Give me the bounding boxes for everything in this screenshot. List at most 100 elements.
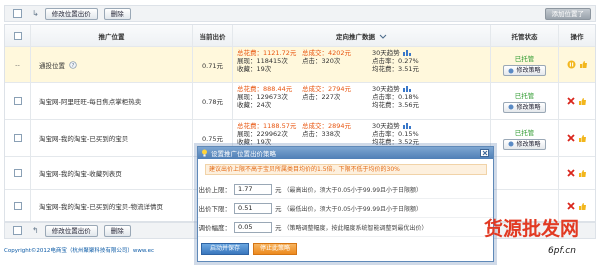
watermark-logo: 货源批发网 <box>484 218 580 240</box>
dialog-buttons: 启动并保存 停止此策略 <box>201 243 297 255</box>
stats-block: 总花费：888.44元 总成交：2794元 30天趋势 展现：129673次 点击：2… <box>237 85 489 109</box>
min-bid-input[interactable]: 0.51 <box>234 202 272 214</box>
status-badge: 已托管 <box>514 128 535 137</box>
modify-strategy-button[interactable]: 修改策略 <box>503 138 546 150</box>
total-spend: 总花费：1188.57元 <box>237 122 297 130</box>
impressions: 展现：129673次 <box>237 93 288 101</box>
min-bid-label: 出价下限： <box>198 205 232 213</box>
avg-spend: 均花费：3.52元 <box>372 138 419 146</box>
help-icon[interactable]: ? <box>69 60 77 69</box>
trend-label: 30天趋势 <box>372 49 400 57</box>
total-deals: 总成交：4202元 <box>302 49 352 57</box>
ctr: 点击率：0.18% <box>372 93 419 101</box>
total-spend: 总花费：1121.72元 <box>237 49 297 57</box>
status-badge: 已托管 <box>514 55 535 63</box>
header-action: 操作 <box>570 32 584 41</box>
modify-strategy-button[interactable]: 修改策略 <box>503 101 546 113</box>
modify-bid-button[interactable]: 修改位置出价 <box>44 7 98 20</box>
total-deals: 总成交：2894元 <box>302 122 352 130</box>
favorites: 收藏：19次 <box>237 138 272 146</box>
stop-strategy-button[interactable]: 停止此策略 <box>253 243 297 255</box>
adjust-step-unit: 元 <box>275 224 282 232</box>
svg-text:?: ? <box>72 63 75 69</box>
stats-block: 总花费：1188.57元 总成交：2894元 30天趋势 展现：229962次 点击：… <box>237 122 489 146</box>
avg-spend: 均花费：3.56元 <box>372 101 419 109</box>
start-save-button[interactable]: 启动并保存 <box>201 243 249 255</box>
dialog-titlebar[interactable]: 设置推广位置出价策略 <box>198 147 493 159</box>
delete-icon[interactable] <box>567 97 575 105</box>
pause-icon[interactable] <box>567 60 576 69</box>
min-bid-unit: 元 <box>275 205 282 213</box>
trend-label: 30天趋势 <box>372 122 400 130</box>
modify-strategy-label: 修改策略 <box>516 67 541 74</box>
sort-icon[interactable] <box>379 32 387 40</box>
arrow-icon: ↰ <box>32 226 39 235</box>
thumbs-up-icon[interactable] <box>578 202 587 211</box>
select-all-checkbox[interactable] <box>13 9 22 18</box>
modify-bid-button-bottom[interactable]: 修改位置出价 <box>44 224 98 237</box>
bid-strategy-dialog: 设置推广位置出价策略 建议出价上限不高于宝贝所属类目均价的1.5倍，下限不低于均… <box>197 146 494 262</box>
max-bid-label: 出价上限： <box>198 186 232 194</box>
clicks: 点击：227次 <box>302 93 341 101</box>
position-name: 淘宝网-阿里旺旺-每日焦点掌柜热卖 <box>39 98 142 106</box>
row-checkbox[interactable] <box>13 97 22 105</box>
favorites: 收藏：19次 <box>237 65 272 73</box>
select-all-checkbox-bottom[interactable] <box>13 226 22 235</box>
adjust-step-row: 调价幅度： 0.05 元 （策略调整幅度，按此幅度系统智能调整到最优出价） <box>198 218 493 237</box>
adjust-step-label: 调价幅度： <box>198 224 232 232</box>
trend-label: 30天趋势 <box>372 85 400 93</box>
delete-icon[interactable] <box>567 202 575 210</box>
table-row: -- 通投位置 ? 0.71元 总花费：1121.72元 总成交：4202元 30天… <box>5 47 595 83</box>
header-current-bid: 当前出价 <box>193 25 233 46</box>
status-badge: 已托管 <box>514 91 535 100</box>
header-position: 推广位置 <box>31 25 193 46</box>
current-bid: 0.78元 <box>193 83 233 119</box>
copyright-footer: Copyright©2012电商宝（杭州聚聚科技有限公司）www.ec <box>4 248 155 254</box>
table-header: 推广位置 当前出价 定向推广数据 托管状态 操作 <box>5 25 595 47</box>
edit-icon <box>508 141 514 147</box>
row-checkbox[interactable] <box>13 134 22 142</box>
thumbs-up-icon[interactable] <box>579 60 588 69</box>
add-position-button[interactable]: 添加位置了 <box>544 7 591 20</box>
avg-spend: 均花费：3.51元 <box>372 65 419 73</box>
max-bid-unit: 元 <box>275 186 282 194</box>
modify-strategy-label: 修改策略 <box>516 103 541 111</box>
edit-icon <box>508 68 514 73</box>
ctr: 点击率：0.27% <box>372 57 419 65</box>
trend-chart-icon[interactable] <box>402 85 412 92</box>
favorites: 收藏：24次 <box>237 101 272 109</box>
impressions: 展现：229962次 <box>237 130 288 138</box>
delete-button-bottom[interactable]: 删除 <box>103 224 131 237</box>
thumbs-up-icon[interactable] <box>578 134 587 143</box>
trend-chart-icon[interactable] <box>402 49 412 56</box>
total-deals: 总成交：2794元 <box>302 85 352 93</box>
delete-icon[interactable] <box>567 134 575 142</box>
header-data-label: 定向推广数据 <box>336 32 375 41</box>
adjust-step-note: （策略调整幅度，按此幅度系统智能调整到最优出价） <box>283 224 428 232</box>
current-bid: 0.71元 <box>193 47 233 82</box>
trend-chart-icon[interactable] <box>402 122 412 129</box>
max-bid-input[interactable]: 1.77 <box>234 183 272 195</box>
max-bid-row: 出价上限： 1.77 元 （最高出价，须大于0.05小于99.99且小于日限额） <box>198 180 493 199</box>
clicks: 点击：338次 <box>302 130 341 138</box>
stats-block: 总花费：1121.72元 总成交：4202元 30天趋势 展现：118415次 点击：… <box>237 49 489 73</box>
position-name: 淘宝网-我的淘宝-收藏列表页 <box>39 170 122 178</box>
close-icon[interactable] <box>480 149 489 157</box>
row-checkbox[interactable] <box>13 202 22 210</box>
position-name: 淘宝网-我的淘宝-已买到的宝贝-物流详情页 <box>39 203 164 211</box>
thumbs-up-icon[interactable] <box>578 97 587 106</box>
header-status: 托管状态 <box>491 25 559 46</box>
delete-button[interactable]: 删除 <box>103 7 131 20</box>
modify-strategy-button[interactable]: 修改策略 <box>503 65 546 76</box>
header-checkbox[interactable] <box>13 31 22 40</box>
delete-icon[interactable] <box>567 169 575 177</box>
row-checkbox[interactable] <box>13 169 22 177</box>
watermark-url: 6pf.cn <box>548 246 576 256</box>
adjust-step-input[interactable]: 0.05 <box>234 221 272 233</box>
ctr: 点击率：0.15% <box>372 130 419 138</box>
page: ↳ 修改位置出价 删除 添加位置了 推广位置 当前出价 定向推广数据 托管状态 … <box>0 0 600 274</box>
table-row: 淘宝网-阿里旺旺-每日焦点掌柜热卖 0.78元 总花费：888.44元 总成交：2… <box>5 83 595 120</box>
min-bid-row: 出价下限： 0.51 元 （最低出价，须大于0.05小于99.99且小于日限额） <box>198 199 493 218</box>
header-data: 定向推广数据 <box>233 25 491 46</box>
thumbs-up-icon[interactable] <box>578 169 587 178</box>
